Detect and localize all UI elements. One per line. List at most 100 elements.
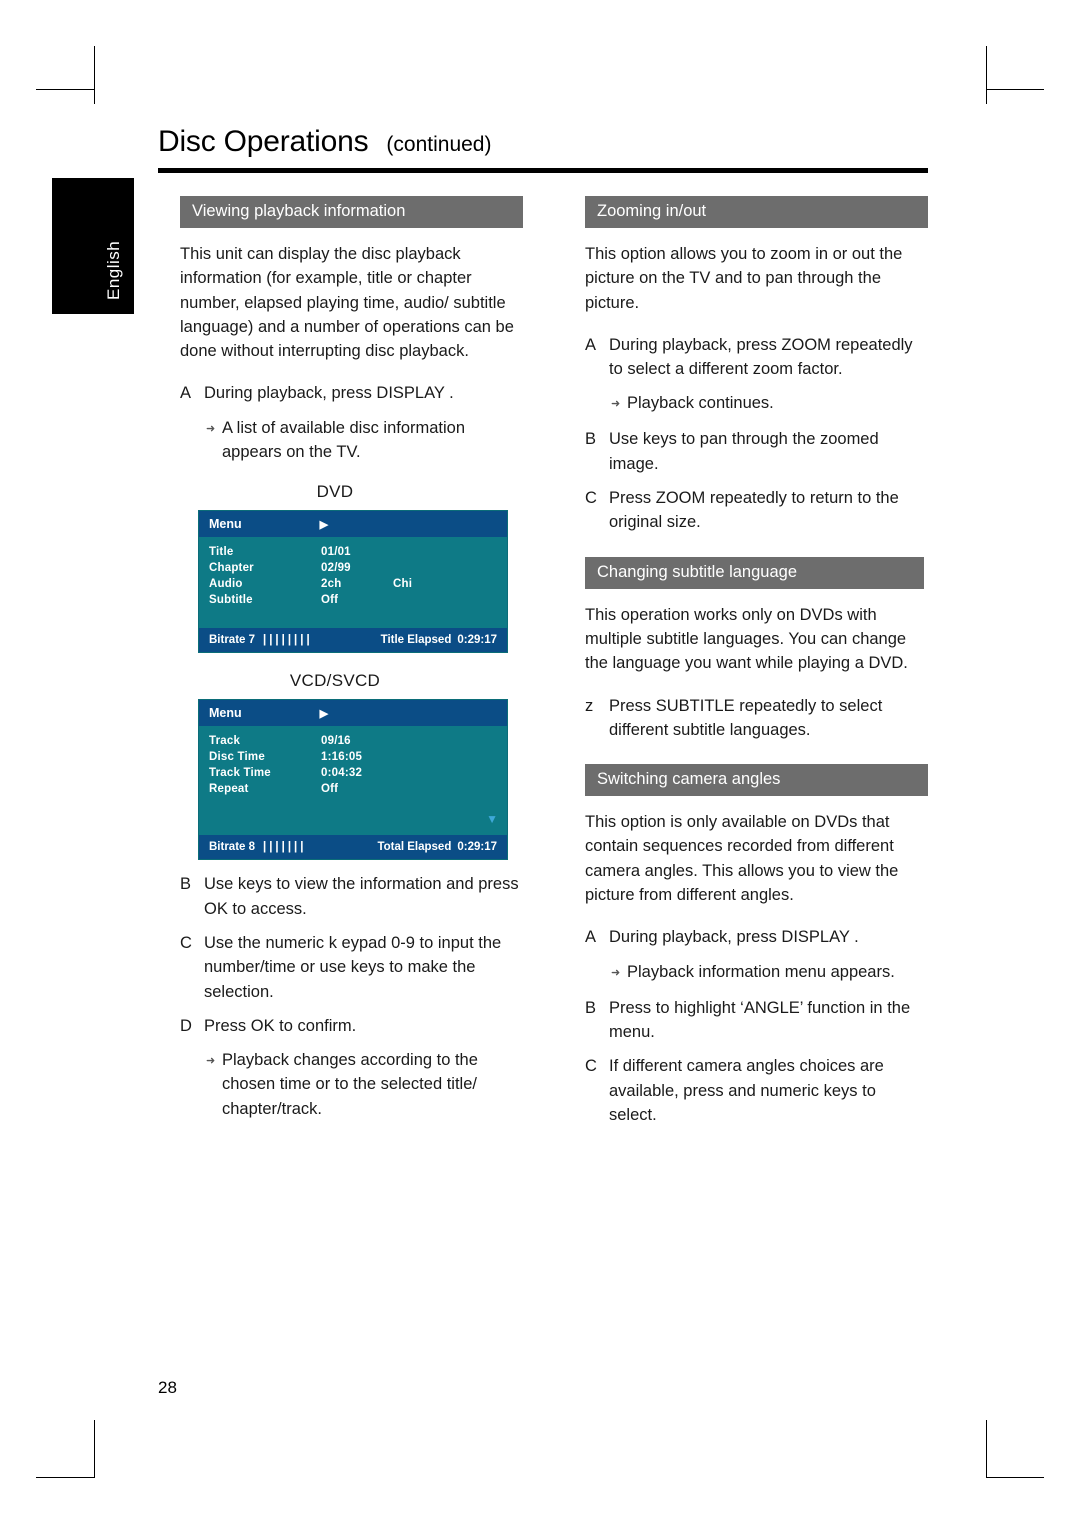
bullet-icon: ➜: [206, 422, 216, 435]
step-text: Press ZOOM repeatedly to return to the o…: [609, 489, 899, 532]
vcd-osd-menu-label: Menu: [209, 706, 242, 721]
dvd-elapsed-value: 0:29:17: [457, 634, 497, 647]
right-arrow-icon: ▶: [319, 518, 329, 531]
osd-spacer: [199, 608, 507, 622]
step-marker: B: [585, 998, 597, 1017]
bullet-icon: ➜: [611, 966, 621, 979]
row-key: Subtitle: [209, 594, 253, 607]
step-c-zoom-return: C Press ZOOM repeatedly to return to the…: [585, 486, 928, 535]
dvd-osd-row-chapter: Chapter 02/99: [199, 560, 507, 576]
step-marker: B: [585, 430, 597, 449]
right-arrow-icon: ▶: [319, 707, 329, 720]
page-title: Disc Operations: [158, 125, 369, 158]
camera-angles-intro: This option is only available on DVDs th…: [585, 813, 899, 905]
step-text: Press SUBTITLE repeatedly to select diff…: [609, 696, 883, 739]
step-marker: B: [180, 875, 192, 894]
row-value: 02/99: [321, 562, 351, 575]
vcd-elapsed-label: Total Elapsed: [377, 841, 452, 854]
header-rule: [158, 168, 928, 173]
vcd-osd-rows: Track 09/16 Disc Time 1:16:05 Track Time…: [199, 726, 507, 835]
note-playback-continues: ➜ Playback continues.: [611, 391, 928, 417]
row-value: 09/16: [321, 735, 351, 748]
dvd-osd-footer: Bitrate 7 |||||||| Title Elapsed 0:29:17: [199, 628, 507, 653]
dvd-osd-menu-bar: Menu ▶: [199, 511, 507, 538]
dvd-bitrate-bars: ||||||||: [261, 633, 312, 648]
crop-mark-right-top: [986, 89, 1044, 90]
vcd-bitrate-label: Bitrate 8: [209, 841, 256, 854]
step-a-angle-display: A During playback, press DISPLAY .: [585, 925, 928, 949]
step-marker: A: [180, 384, 192, 403]
row-value: 0:04:32: [321, 767, 363, 780]
step-marker: z: [585, 696, 594, 715]
vcd-osd-row-track-time: Track Time 0:04:32: [199, 765, 507, 781]
crop-mark-left-top: [36, 89, 94, 90]
step-text: Use keys to pan through the zoomed image…: [609, 430, 879, 473]
step-c-numeric-keypad: C Use the numeric k eypad 0-9 to input t…: [180, 931, 523, 1004]
vcd-osd-row-repeat: Repeat Off: [199, 781, 507, 797]
step-marker: D: [180, 1016, 192, 1035]
note-disc-information-list: ➜ A list of available disc information a…: [206, 416, 523, 465]
step-marker: C: [585, 489, 597, 508]
vcd-osd-screen: Menu ▶ Track 09/16 Disc Time 1:16:05 Tra…: [198, 699, 508, 861]
row-key: Chapter: [209, 562, 254, 575]
row-value: Off: [321, 783, 339, 796]
step-marker: C: [180, 933, 192, 952]
vcd-osd-footer: Bitrate 8 ||||||| Total Elapsed 0:29:17: [199, 835, 507, 860]
row-value: Off: [321, 594, 339, 607]
page-number: 28: [158, 1378, 177, 1397]
note-text: Playback information menu appears.: [627, 962, 895, 981]
dvd-elapsed-label: Title Elapsed: [380, 634, 452, 647]
row-key: Audio: [209, 578, 243, 591]
note-text: A list of available disc information app…: [222, 418, 466, 462]
section-heading-viewing-playback-information: Viewing playback information: [180, 196, 523, 228]
row-key: Track: [209, 735, 241, 748]
down-arrow-icon: ▼: [486, 812, 498, 827]
vcd-osd-menu-bar: Menu ▶: [199, 700, 507, 727]
step-text: Use the numeric k eypad 0-9 to input the…: [204, 933, 502, 1001]
note-text: Playback changes according to the chosen…: [222, 1051, 478, 1118]
crop-mark-bottom-right: [986, 1420, 987, 1478]
step-text: During playback, press DISPLAY .: [204, 384, 454, 403]
note-playback-changes: ➜ Playback changes according to the chos…: [206, 1048, 523, 1121]
language-tab: English: [52, 178, 134, 314]
dvd-osd-label: DVD: [316, 482, 354, 502]
crop-mark-top-left: [94, 46, 95, 104]
dvd-osd-row-title: Title 01/01: [199, 544, 507, 560]
section-heading-zooming: Zooming in/out: [585, 196, 928, 228]
step-a-zoom: A During playback, press ZOOM repeatedly…: [585, 333, 928, 382]
vcd-osd-row-track: Track 09/16: [199, 733, 507, 749]
step-a-display: A During playback, press DISPLAY .: [180, 381, 523, 405]
row-value: 01/01: [321, 546, 351, 559]
step-marker: C: [585, 1057, 597, 1076]
section-heading-camera-angles: Switching camera angles: [585, 764, 928, 797]
step-press-subtitle: z Press SUBTITLE repeatedly to select di…: [585, 694, 928, 743]
step-b-highlight-angle: B Press to highlight ‘ANGLE’ function in…: [585, 996, 928, 1045]
vcd-osd-label: VCD/SVCD: [289, 671, 381, 691]
section-heading-subtitle-language: Changing subtitle language: [585, 556, 924, 589]
step-text: Press OK to confirm.: [204, 1016, 357, 1035]
row-value: 2ch: [321, 578, 342, 591]
step-b-view-information: B Use keys to view the information and p…: [180, 872, 523, 921]
left-column: Viewing playback information This unit c…: [180, 196, 523, 1131]
vcd-osd-row-disc-time: Disc Time 1:16:05: [199, 749, 507, 765]
crop-mark-bottom-left: [94, 1420, 95, 1478]
osd-spacer: ▼: [199, 797, 507, 829]
row-value-2: Chi: [393, 578, 413, 591]
step-marker: A: [585, 928, 597, 947]
subtitle-intro: This operation works only on DVDs with m…: [585, 605, 908, 673]
title-row: Disc Operations (continued): [158, 125, 928, 159]
crop-mark-left-bottom: [36, 1477, 94, 1478]
row-key: Title: [209, 546, 234, 559]
step-d-confirm: D Press OK to confirm.: [180, 1014, 523, 1038]
page-header: Disc Operations (continued): [158, 125, 928, 173]
page-title-continued: (continued): [386, 133, 492, 156]
step-text: Press to highlight ‘ANGLE’ function in t…: [609, 998, 911, 1041]
row-key: Disc Time: [209, 751, 265, 764]
dvd-osd-row-subtitle: Subtitle Off: [199, 592, 507, 608]
note-playback-info-menu: ➜ Playback information menu appears.: [611, 960, 928, 986]
right-column: Zooming in/out This option allows you to…: [585, 196, 928, 1137]
viewing-playback-intro: This unit can display the disc playback …: [180, 245, 514, 361]
